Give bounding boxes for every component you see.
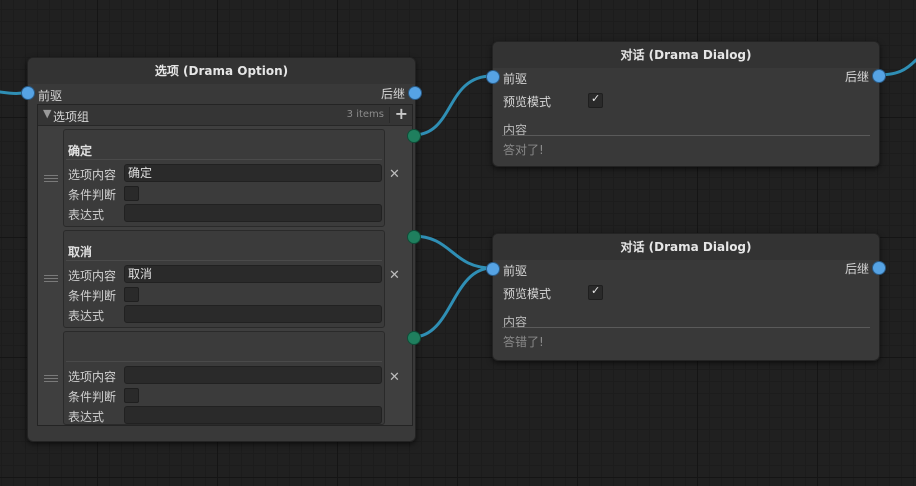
condition-checkbox[interactable] bbox=[124, 388, 139, 403]
remove-item-button[interactable]: ✕ bbox=[389, 268, 400, 283]
drag-handle-icon[interactable] bbox=[44, 375, 58, 384]
dialog-output-label: 后继 bbox=[844, 70, 869, 84]
item-output-port-empty[interactable] bbox=[407, 331, 421, 345]
dialog-input-label: 前驱 bbox=[503, 264, 528, 278]
add-item-button[interactable]: + bbox=[395, 104, 408, 123]
condition-label: 条件判断 bbox=[68, 289, 117, 303]
content-input[interactable] bbox=[124, 366, 382, 384]
dialog-output-port[interactable] bbox=[872, 261, 886, 275]
edge-cancel-to-dialog2[interactable] bbox=[411, 234, 494, 270]
dialog-node-title: 对话 (Drama Dialog) bbox=[493, 234, 879, 260]
content-label: 选项内容 bbox=[68, 168, 117, 182]
dialog-content-text[interactable]: 答错了! bbox=[503, 333, 544, 350]
option-list-header[interactable]: ▼ 选项组 3 items + bbox=[38, 104, 412, 126]
drama-option-node[interactable]: 选项 (Drama Option) 前驱 后继 ▼ 选项组 3 items + … bbox=[21, 57, 422, 442]
item-header-divider bbox=[66, 361, 382, 362]
option-list: ▼ 选项组 3 items + 确定 选项内容 确定 条件判断 表达式 ✕ 取消… bbox=[37, 104, 413, 426]
dialog-input-port[interactable] bbox=[486, 262, 500, 276]
drama-dialog-node-2[interactable]: 对话 (Drama Dialog) 前驱 后继 预览模式 内容 答错了! bbox=[486, 233, 886, 361]
edge-empty-to-dialog2[interactable] bbox=[411, 266, 494, 339]
expression-input[interactable] bbox=[124, 305, 382, 323]
drag-handle-icon[interactable] bbox=[44, 275, 58, 284]
option-list-title: 选项组 bbox=[53, 110, 90, 124]
expression-label: 表达式 bbox=[68, 208, 105, 222]
drag-handle-icon[interactable] bbox=[44, 175, 58, 184]
expression-input[interactable] bbox=[124, 406, 382, 424]
option-item-confirm: 确定 选项内容 确定 条件判断 表达式 bbox=[63, 129, 385, 227]
condition-label: 条件判断 bbox=[68, 390, 117, 404]
preview-mode-checkbox[interactable] bbox=[588, 92, 603, 108]
item-header-divider bbox=[66, 159, 382, 160]
dialog-input-port[interactable] bbox=[486, 70, 500, 84]
option-input-label: 前驱 bbox=[38, 89, 63, 103]
content-input[interactable]: 确定 bbox=[124, 164, 382, 182]
expression-label: 表达式 bbox=[68, 309, 105, 323]
item-output-port-confirm[interactable] bbox=[407, 129, 421, 143]
dialog-input-label: 前驱 bbox=[503, 72, 528, 86]
dialog-node-title: 对话 (Drama Dialog) bbox=[493, 42, 879, 68]
condition-checkbox[interactable] bbox=[124, 287, 139, 302]
content-label: 选项内容 bbox=[68, 269, 117, 283]
option-input-port[interactable] bbox=[21, 86, 35, 100]
dialog-output-port[interactable] bbox=[872, 69, 886, 83]
option-item-cancel: 取消 选项内容 取消 条件判断 表达式 bbox=[63, 230, 385, 328]
content-label: 选项内容 bbox=[68, 370, 117, 384]
option-output-label: 后继 bbox=[380, 87, 405, 101]
option-list-count: 3 items bbox=[346, 109, 384, 120]
drama-dialog-node-1[interactable]: 对话 (Drama Dialog) 前驱 后继 预览模式 内容 答对了! bbox=[486, 41, 886, 167]
content-divider bbox=[502, 135, 870, 136]
option-item-empty: 选项内容 条件判断 表达式 bbox=[63, 331, 385, 425]
item-header-divider bbox=[66, 260, 382, 261]
preview-mode-checkbox[interactable] bbox=[588, 284, 603, 300]
item-header: 确定 bbox=[68, 144, 93, 158]
dialog-content-text[interactable]: 答对了! bbox=[503, 141, 544, 158]
expression-label: 表达式 bbox=[68, 410, 105, 424]
dialog-output-label: 后继 bbox=[844, 262, 869, 276]
edge-confirm-to-dialog1[interactable] bbox=[411, 74, 494, 137]
item-output-port-cancel[interactable] bbox=[407, 230, 421, 244]
remove-item-button[interactable]: ✕ bbox=[389, 167, 400, 182]
foldout-triangle-icon[interactable]: ▼ bbox=[43, 107, 51, 120]
condition-label: 条件判断 bbox=[68, 188, 117, 202]
content-input[interactable]: 取消 bbox=[124, 265, 382, 283]
preview-mode-label: 预览模式 bbox=[503, 95, 552, 109]
option-output-port[interactable] bbox=[408, 86, 422, 100]
expression-input[interactable] bbox=[124, 204, 382, 222]
item-header: 取消 bbox=[68, 245, 93, 259]
remove-item-button[interactable]: ✕ bbox=[389, 370, 400, 385]
preview-mode-label: 预览模式 bbox=[503, 287, 552, 301]
content-divider bbox=[502, 327, 870, 328]
option-node-title: 选项 (Drama Option) bbox=[28, 58, 415, 84]
header-divider bbox=[389, 107, 390, 123]
condition-checkbox[interactable] bbox=[124, 186, 139, 201]
